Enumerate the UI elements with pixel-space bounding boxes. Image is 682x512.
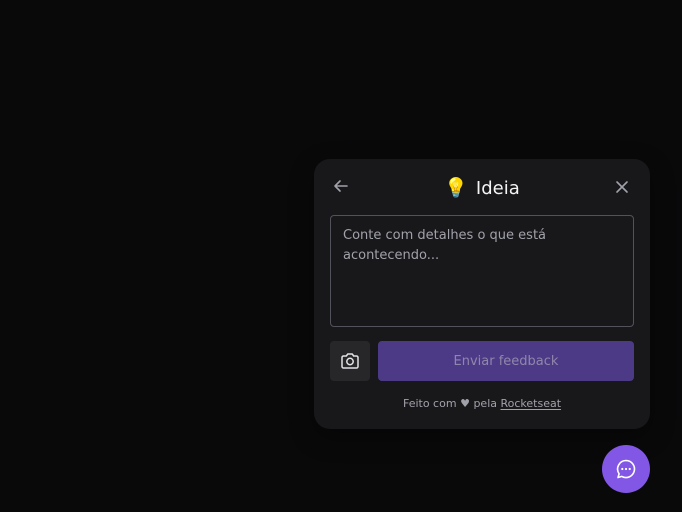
footer-middle: pela (473, 397, 497, 410)
lightbulb-icon: 💡 (444, 176, 468, 199)
heart-icon: ♥ (460, 397, 470, 410)
close-button[interactable] (609, 174, 635, 200)
footer-prefix: Feito com (402, 397, 457, 410)
screenshot-button[interactable] (330, 341, 370, 381)
widget-header: 💡 Ideia (314, 175, 650, 201)
camera-icon (341, 353, 359, 369)
chat-bubble-icon (616, 459, 636, 479)
footer-credits: Feito com ♥ pela Rocketseat (314, 397, 650, 410)
feedback-widget: 💡 Ideia Enviar feedback Feito com ♥ pela… (314, 159, 650, 429)
close-icon (616, 181, 628, 193)
widget-title: Ideia (475, 177, 520, 199)
feedback-comment-input[interactable] (330, 215, 634, 327)
page: 💡 Ideia Enviar feedback Feito com ♥ pela… (0, 0, 682, 512)
rocketseat-link[interactable]: Rocketseat (500, 397, 561, 410)
submit-feedback-button[interactable]: Enviar feedback (378, 341, 634, 381)
open-feedback-button[interactable] (602, 445, 650, 493)
